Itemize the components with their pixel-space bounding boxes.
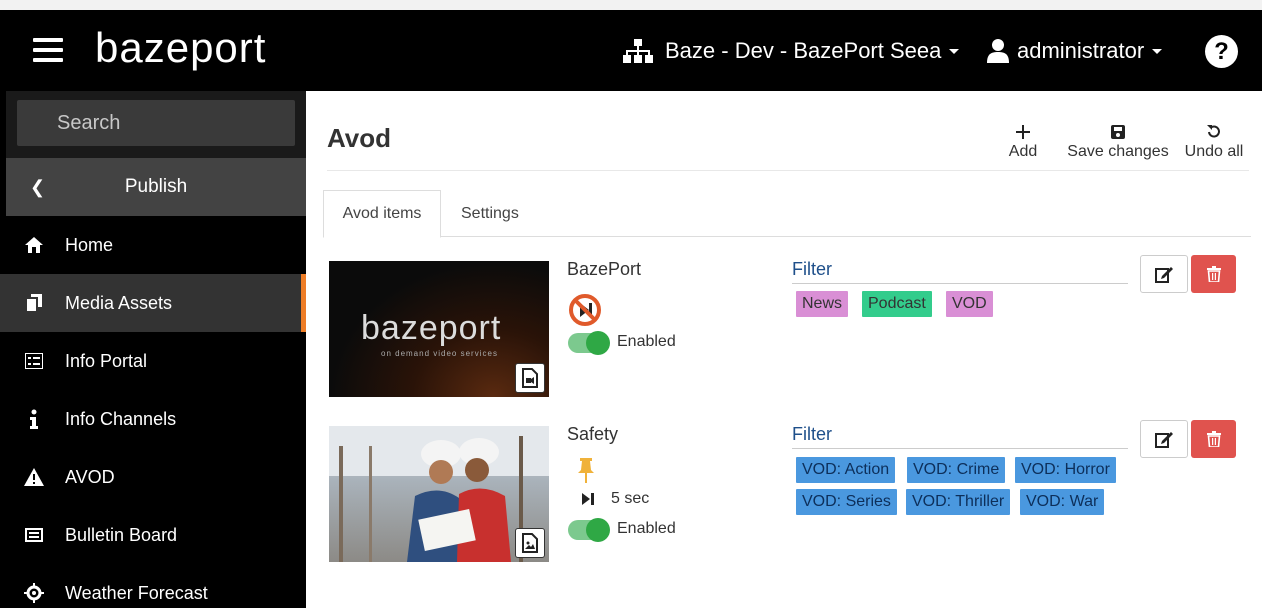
- plus-icon: [1016, 125, 1030, 139]
- add-button[interactable]: Add: [1006, 121, 1040, 161]
- filter-title: Filter: [792, 259, 1128, 284]
- edit-icon: [1155, 432, 1173, 448]
- user-name: administrator: [1017, 38, 1145, 63]
- sidebar-section-publish[interactable]: ❮ Publish: [6, 158, 306, 216]
- divider: [327, 170, 1249, 171]
- tab-bar: Avod items Settings: [323, 190, 1251, 238]
- copy-icon: [24, 293, 44, 313]
- top-strip: [0, 0, 1262, 10]
- filter-tag: VOD: [946, 291, 993, 317]
- sitemap-icon: [623, 39, 653, 63]
- image-file-icon[interactable]: [515, 528, 545, 558]
- section-label: Publish: [124, 176, 188, 197]
- cog-icon: [24, 583, 44, 603]
- thumbnail-subtitle: on demand video services: [381, 349, 498, 358]
- filter-tag: VOD: Crime: [907, 457, 1006, 483]
- site-name: Baze - Dev - BazePort Seea: [665, 38, 942, 63]
- edit-button[interactable]: [1140, 255, 1188, 293]
- filter-tag: VOD: Horror: [1015, 457, 1116, 483]
- filter-title: Filter: [792, 424, 1128, 449]
- enabled-label: Enabled: [617, 333, 676, 350]
- edit-button[interactable]: [1140, 420, 1188, 458]
- sidebar-item-home[interactable]: Home: [0, 216, 306, 274]
- sidebar-item-media-assets[interactable]: Media Assets: [0, 274, 306, 332]
- info-icon: [24, 409, 44, 429]
- tab-settings[interactable]: Settings: [443, 190, 537, 237]
- site-selector[interactable]: Baze - Dev - BazePort Seea: [623, 36, 960, 66]
- sidebar-item-info-channels[interactable]: Info Channels: [0, 390, 306, 448]
- video-file-icon[interactable]: [515, 363, 545, 393]
- filter-tag: VOD: War: [1020, 489, 1105, 515]
- filter-tag: VOD: Series: [796, 489, 897, 515]
- user-icon: [987, 39, 1009, 63]
- filter-tag: VOD: Thriller: [906, 489, 1011, 515]
- enabled-toggle[interactable]: [568, 331, 610, 355]
- filter-tag: Podcast: [862, 291, 932, 317]
- page-title: Avod: [327, 123, 392, 153]
- list-icon: [24, 351, 44, 371]
- skip-forward-icon: [581, 492, 595, 511]
- logo: bazeport: [95, 24, 267, 71]
- header: bazeport Baze - Dev - BazePort Seea admi…: [0, 10, 1262, 91]
- chevron-down-icon: [949, 48, 960, 54]
- trash-icon: [1206, 431, 1221, 447]
- home-icon: [24, 235, 44, 255]
- thumbnail: [329, 426, 549, 562]
- filter-tag: VOD: Action: [796, 457, 896, 483]
- chevron-down-icon: [1152, 48, 1163, 54]
- trash-icon: [1206, 266, 1221, 282]
- warning-icon: [24, 467, 44, 487]
- item-name: BazePort: [567, 259, 642, 279]
- pin-icon: [576, 458, 596, 489]
- user-menu[interactable]: administrator: [987, 36, 1163, 66]
- enabled-label: Enabled: [617, 520, 676, 537]
- thumbnail: bazeport on demand video services: [329, 261, 549, 397]
- delete-button[interactable]: [1191, 420, 1236, 458]
- help-icon[interactable]: ?: [1205, 35, 1238, 68]
- save-changes-button[interactable]: Save changes: [1066, 121, 1170, 161]
- save-icon: [1111, 125, 1125, 139]
- sidebar: ❮ Publish Home Media Assets Info Portal …: [0, 91, 306, 608]
- sidebar-item-avod[interactable]: AVOD: [0, 448, 306, 506]
- delete-button[interactable]: [1191, 255, 1236, 293]
- duration-label: 5 sec: [611, 490, 650, 507]
- main-content: Avod Add Save changes Undo all Avod item…: [306, 91, 1262, 608]
- edit-icon: [1155, 267, 1173, 283]
- board-icon: [24, 525, 44, 545]
- hamburger-menu-icon[interactable]: [33, 38, 63, 62]
- tab-avod-items[interactable]: Avod items: [323, 190, 441, 238]
- undo-all-button[interactable]: Undo all: [1182, 121, 1246, 161]
- search-container: [6, 91, 306, 158]
- search-input[interactable]: [17, 100, 295, 146]
- sidebar-item-bulletin-board[interactable]: Bulletin Board: [0, 506, 306, 564]
- enabled-toggle[interactable]: [568, 518, 610, 542]
- chevron-left-icon: ❮: [30, 176, 46, 197]
- item-name: Safety: [567, 424, 619, 444]
- sidebar-item-info-portal[interactable]: Info Portal: [0, 332, 306, 390]
- undo-icon: [1207, 125, 1220, 138]
- no-skip-icon: [568, 293, 602, 332]
- thumbnail-logo: bazeport: [361, 309, 502, 347]
- filter-tag: News: [796, 291, 849, 317]
- sidebar-item-weather-forecast[interactable]: Weather Forecast: [0, 564, 306, 608]
